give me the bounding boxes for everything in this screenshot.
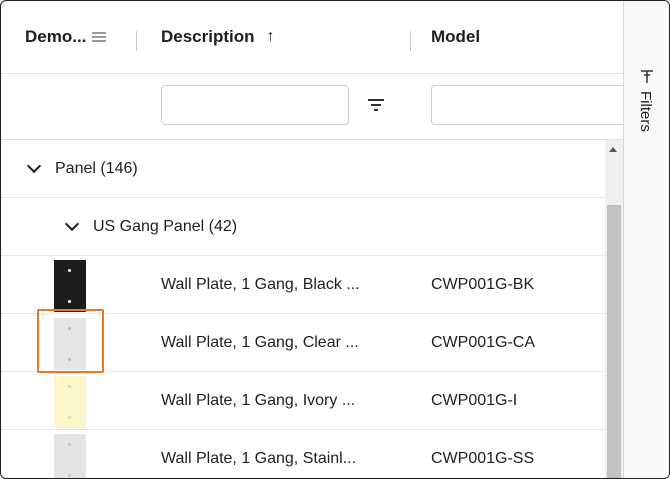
data-grid-window: Demo... Description ↑ Model Panel (146) …: [0, 0, 670, 479]
column-header-model[interactable]: Model: [431, 1, 480, 73]
group-label: Panel (146): [55, 159, 138, 177]
product-thumbnail: [54, 434, 86, 478]
filter-icon[interactable]: [368, 99, 384, 111]
product-thumbnail: [54, 260, 86, 312]
model-cell: CWP001G-BK: [431, 275, 535, 293]
column-resize-handle[interactable]: [136, 31, 137, 51]
vertical-scrollbar[interactable]: [605, 140, 623, 478]
filters-tab[interactable]: Filters: [634, 67, 660, 157]
column-header-demo[interactable]: Demo...: [25, 1, 107, 73]
column-header-label: Demo...: [25, 27, 87, 46]
column-header-description[interactable]: Description ↑: [161, 1, 275, 73]
model-filter-input[interactable]: [431, 85, 623, 125]
scroll-up-arrow-icon[interactable]: [609, 147, 617, 152]
column-menu-icon[interactable]: [92, 31, 107, 43]
sort-ascending-icon: ↑: [266, 28, 275, 45]
column-header-row: Demo... Description ↑ Model: [1, 1, 623, 74]
side-panel: Filters: [623, 1, 669, 478]
table-row[interactable]: Wall Plate, 1 Gang, Black ... CWP001G-BK: [1, 256, 605, 314]
description-cell: Wall Plate, 1 Gang, Stainl...: [161, 449, 357, 467]
chevron-down-icon[interactable]: [26, 158, 42, 174]
group-row-us-gang-panel[interactable]: US Gang Panel (42): [1, 198, 605, 256]
description-cell: Wall Plate, 1 Gang, Black ...: [161, 275, 360, 293]
model-cell: CWP001G-I: [431, 391, 518, 409]
selection-highlight: [37, 309, 104, 373]
column-resize-handle[interactable]: [410, 31, 411, 51]
scrollbar-thumb[interactable]: [607, 205, 621, 478]
data-grid: Demo... Description ↑ Model Panel (146) …: [1, 1, 623, 478]
column-header-label: Description: [161, 27, 255, 46]
chevron-down-icon[interactable]: [64, 216, 80, 232]
filters-tab-label: Filters: [637, 91, 654, 132]
table-row[interactable]: Wall Plate, 1 Gang, Stainl... CWP001G-SS: [1, 430, 605, 478]
floating-filter-row: [1, 74, 623, 140]
model-cell: CWP001G-CA: [431, 333, 536, 351]
group-label: US Gang Panel (42): [93, 217, 238, 235]
description-cell: Wall Plate, 1 Gang, Ivory ...: [161, 391, 356, 409]
column-header-label: Model: [431, 27, 481, 46]
product-thumbnail: [54, 376, 86, 428]
description-cell: Wall Plate, 1 Gang, Clear ...: [161, 333, 359, 351]
description-filter-input[interactable]: [161, 85, 349, 125]
table-row[interactable]: Wall Plate, 1 Gang, Ivory ... CWP001G-I: [1, 372, 605, 430]
filters-panel-icon: [641, 70, 653, 83]
model-cell: CWP001G-SS: [431, 449, 535, 467]
group-row-panel[interactable]: Panel (146): [1, 140, 605, 198]
